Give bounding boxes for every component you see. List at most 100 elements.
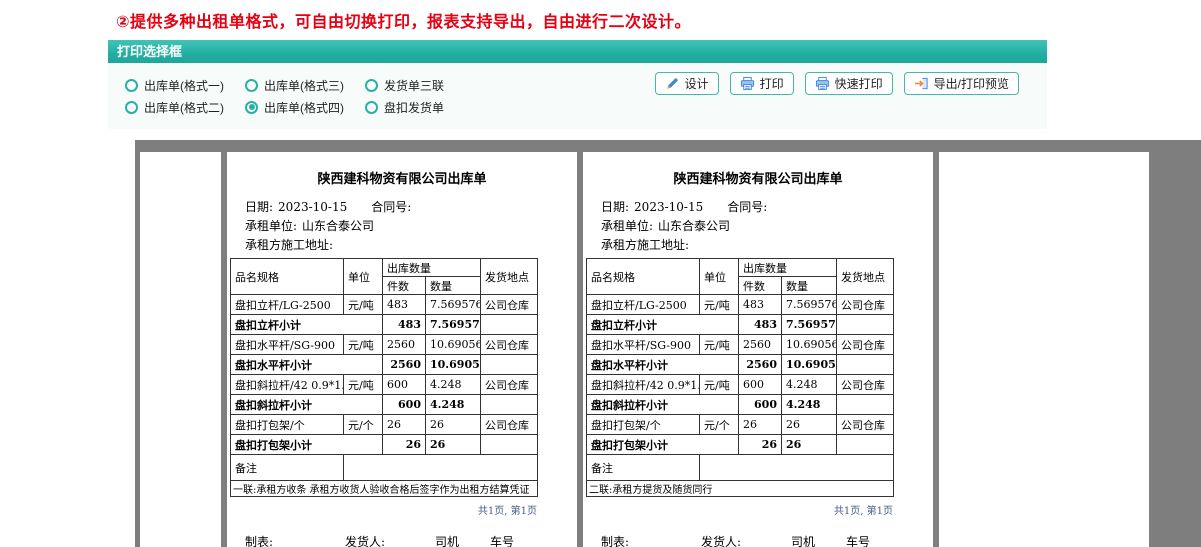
date-line: 日期: 2023-10-15 合同号: bbox=[245, 198, 577, 217]
subtotal-row: 盘扣打包架小计 26 26 bbox=[586, 434, 894, 455]
cell-pieces: 600 bbox=[382, 374, 426, 395]
radio-icon bbox=[125, 100, 138, 114]
remark-label: 备注 bbox=[230, 454, 344, 481]
print-preview-area: 陕西建科物资有限公司出库单 日期: 2023-10-15 合同号: 承租单位: 山东合… bbox=[135, 140, 1201, 547]
cell-pieces: 2560 bbox=[738, 334, 782, 355]
lessee-value: 山东合泰公司 bbox=[302, 219, 375, 233]
radio-panko-delivery[interactable]: 盘扣发货单 bbox=[365, 96, 485, 118]
col-location: 发货地点 bbox=[836, 258, 894, 295]
radio-icon bbox=[245, 78, 258, 92]
outbound-table: 品名规格 单位 出库数量 发货地点 件数 数量 盘扣立杆/LG-2500 元/吨 4… bbox=[586, 258, 894, 497]
radio-label: 发货单三联 bbox=[384, 78, 445, 93]
cell-pieces: 483 bbox=[738, 314, 782, 335]
table-header-row: 品名规格 单位 出库数量 发货地点 bbox=[586, 258, 894, 295]
cell-subtotal-name: 盘扣斜拉杆小计 bbox=[586, 394, 739, 415]
col-qty-group: 出库数量 bbox=[382, 258, 481, 277]
cell-location bbox=[480, 434, 538, 455]
copy-note-row: 二联:承租方提货及随货同行 bbox=[586, 480, 894, 497]
cell-unit: 元/吨 bbox=[699, 294, 739, 315]
export-preview-button-label: 导出/打印预览 bbox=[933, 77, 1009, 91]
cell-location: 公司仓库 bbox=[836, 294, 894, 315]
copy-note-row: 一联:承租方收条 承租方收货人验收合格后签字作为出租方结算凭证 bbox=[230, 480, 538, 497]
cell-unit: 元/吨 bbox=[699, 374, 739, 395]
cell-qty: 4.248 bbox=[425, 394, 481, 415]
cell-location: 公司仓库 bbox=[480, 294, 538, 315]
col-pieces: 件数 bbox=[382, 276, 426, 295]
design-button[interactable]: 设计 bbox=[654, 72, 719, 95]
radio-format-3[interactable]: 出库单(格式三) bbox=[245, 74, 365, 96]
print-button-label: 打印 bbox=[759, 77, 784, 91]
feature-note: ②提供多种出租单格式，可自由切换打印，报表支持导出，自由进行二次设计。 bbox=[116, 14, 692, 31]
page-margin-left bbox=[140, 152, 221, 547]
radio-format-2[interactable]: 出库单(格式二) bbox=[125, 96, 245, 118]
cell-qty: 26 bbox=[425, 414, 481, 435]
cell-pieces: 26 bbox=[382, 414, 426, 435]
driver-label: 司机 bbox=[791, 535, 816, 547]
cell-qty: 10.69056 bbox=[425, 334, 481, 355]
cell-location bbox=[836, 394, 894, 415]
document-footer: 制表: 发货人: 司机 车号 bbox=[583, 533, 933, 547]
export-preview-button[interactable]: 导出/打印预览 bbox=[903, 72, 1019, 95]
subtotal-row: 盘扣水平杆小计256010.69056 bbox=[586, 354, 894, 375]
cell-unit: 元/吨 bbox=[343, 334, 383, 355]
radio-format-4[interactable]: 出库单(格式四) bbox=[245, 96, 365, 118]
printer-icon bbox=[740, 76, 754, 91]
remark-row: 备注 bbox=[586, 454, 894, 481]
cell-pieces: 2560 bbox=[382, 354, 426, 375]
item-row: 盘扣打包架/个 元/个 26 26 公司仓库 bbox=[230, 414, 538, 435]
col-unit: 单位 bbox=[699, 258, 739, 295]
cell-pieces: 26 bbox=[738, 414, 782, 435]
cell-location: 公司仓库 bbox=[836, 414, 894, 435]
cell-location bbox=[480, 354, 538, 375]
col-qty: 数量 bbox=[781, 276, 837, 295]
vehicle-label: 车号 bbox=[490, 535, 515, 547]
cell-product: 盘扣斜拉杆/42 0.9*1.5 bbox=[230, 374, 344, 395]
remark-row: 备注 bbox=[230, 454, 538, 481]
cell-location: 公司仓库 bbox=[480, 414, 538, 435]
print-button[interactable]: 打印 bbox=[729, 72, 794, 95]
copy-note: 一联:承租方收条 承租方收货人验收合格后签字作为出租方结算凭证 bbox=[230, 480, 538, 497]
document-footer: 制表: 发货人: 司机 车号 bbox=[227, 533, 577, 547]
remark-value bbox=[343, 454, 538, 481]
item-row: 盘扣斜拉杆/42 0.9*1.5 元/吨 600 4.248 公司仓库 bbox=[230, 374, 538, 395]
item-row: 盘扣水平杆/SG-900 元/吨 2560 10.69056 公司仓库 bbox=[230, 334, 538, 355]
cell-product: 盘扣立杆/LG-2500 bbox=[230, 294, 344, 315]
cell-subtotal-name: 盘扣立杆小计 bbox=[586, 314, 739, 335]
outbound-table: 品名规格 单位 出库数量 发货地点 件数 数量 盘扣立杆/LG-2500 元/吨 4… bbox=[230, 258, 538, 497]
document-info: 日期: 2023-10-15 合同号: 承租单位: 山东合泰公司 承租方施工地址: bbox=[601, 198, 933, 255]
date-value: 2023-10-15 bbox=[278, 200, 348, 214]
col-product: 品名规格 bbox=[586, 258, 700, 295]
print-selection-panel: 打印选择框 出库单(格式一) 出库单(格式二) 出库单(格式三) 出库单(格式四 bbox=[108, 40, 1047, 129]
cell-location: 公司仓库 bbox=[836, 334, 894, 355]
cell-unit: 元/个 bbox=[699, 414, 739, 435]
design-icon bbox=[666, 78, 678, 89]
cell-pieces: 2560 bbox=[738, 354, 782, 375]
cell-pieces: 600 bbox=[738, 394, 782, 415]
page-info: 共1页, 第1页 bbox=[833, 506, 893, 517]
shipper-label: 发货人: bbox=[345, 535, 386, 547]
radio-delivery-triplicate[interactable]: 发货单三联 bbox=[365, 74, 485, 96]
cell-pieces: 600 bbox=[382, 394, 426, 415]
radio-format-1[interactable]: 出库单(格式一) bbox=[125, 74, 245, 96]
document-info: 日期: 2023-10-15 合同号: 承租单位: 山东合泰公司 承租方施工地址: bbox=[245, 198, 577, 255]
quick-print-button[interactable]: 快速打印 bbox=[804, 72, 893, 95]
vehicle-label: 车号 bbox=[846, 535, 871, 547]
subtotal-row: 盘扣立杆小计4837.569576 bbox=[230, 314, 538, 335]
radio-label: 出库单(格式四) bbox=[264, 100, 344, 115]
radio-icon bbox=[125, 78, 138, 92]
radio-icon bbox=[365, 78, 378, 92]
cell-unit: 元/吨 bbox=[343, 294, 383, 315]
radio-icon bbox=[365, 100, 378, 114]
date-label: 日期: bbox=[245, 200, 274, 214]
toolbar: 设计 打印 快速打印 导出/打印预览 bbox=[654, 72, 1019, 95]
cell-location bbox=[836, 434, 894, 455]
cell-qty: 26 bbox=[425, 434, 481, 455]
cell-location: 公司仓库 bbox=[480, 334, 538, 355]
col-pieces: 件数 bbox=[738, 276, 782, 295]
cell-location bbox=[836, 354, 894, 375]
document-title: 陕西建科物资有限公司出库单 bbox=[317, 172, 487, 187]
col-product: 品名规格 bbox=[230, 258, 344, 295]
panel-title: 打印选择框 bbox=[108, 40, 1047, 63]
address-label: 承租方施工地址: bbox=[601, 238, 690, 252]
cell-location: 公司仓库 bbox=[480, 374, 538, 395]
